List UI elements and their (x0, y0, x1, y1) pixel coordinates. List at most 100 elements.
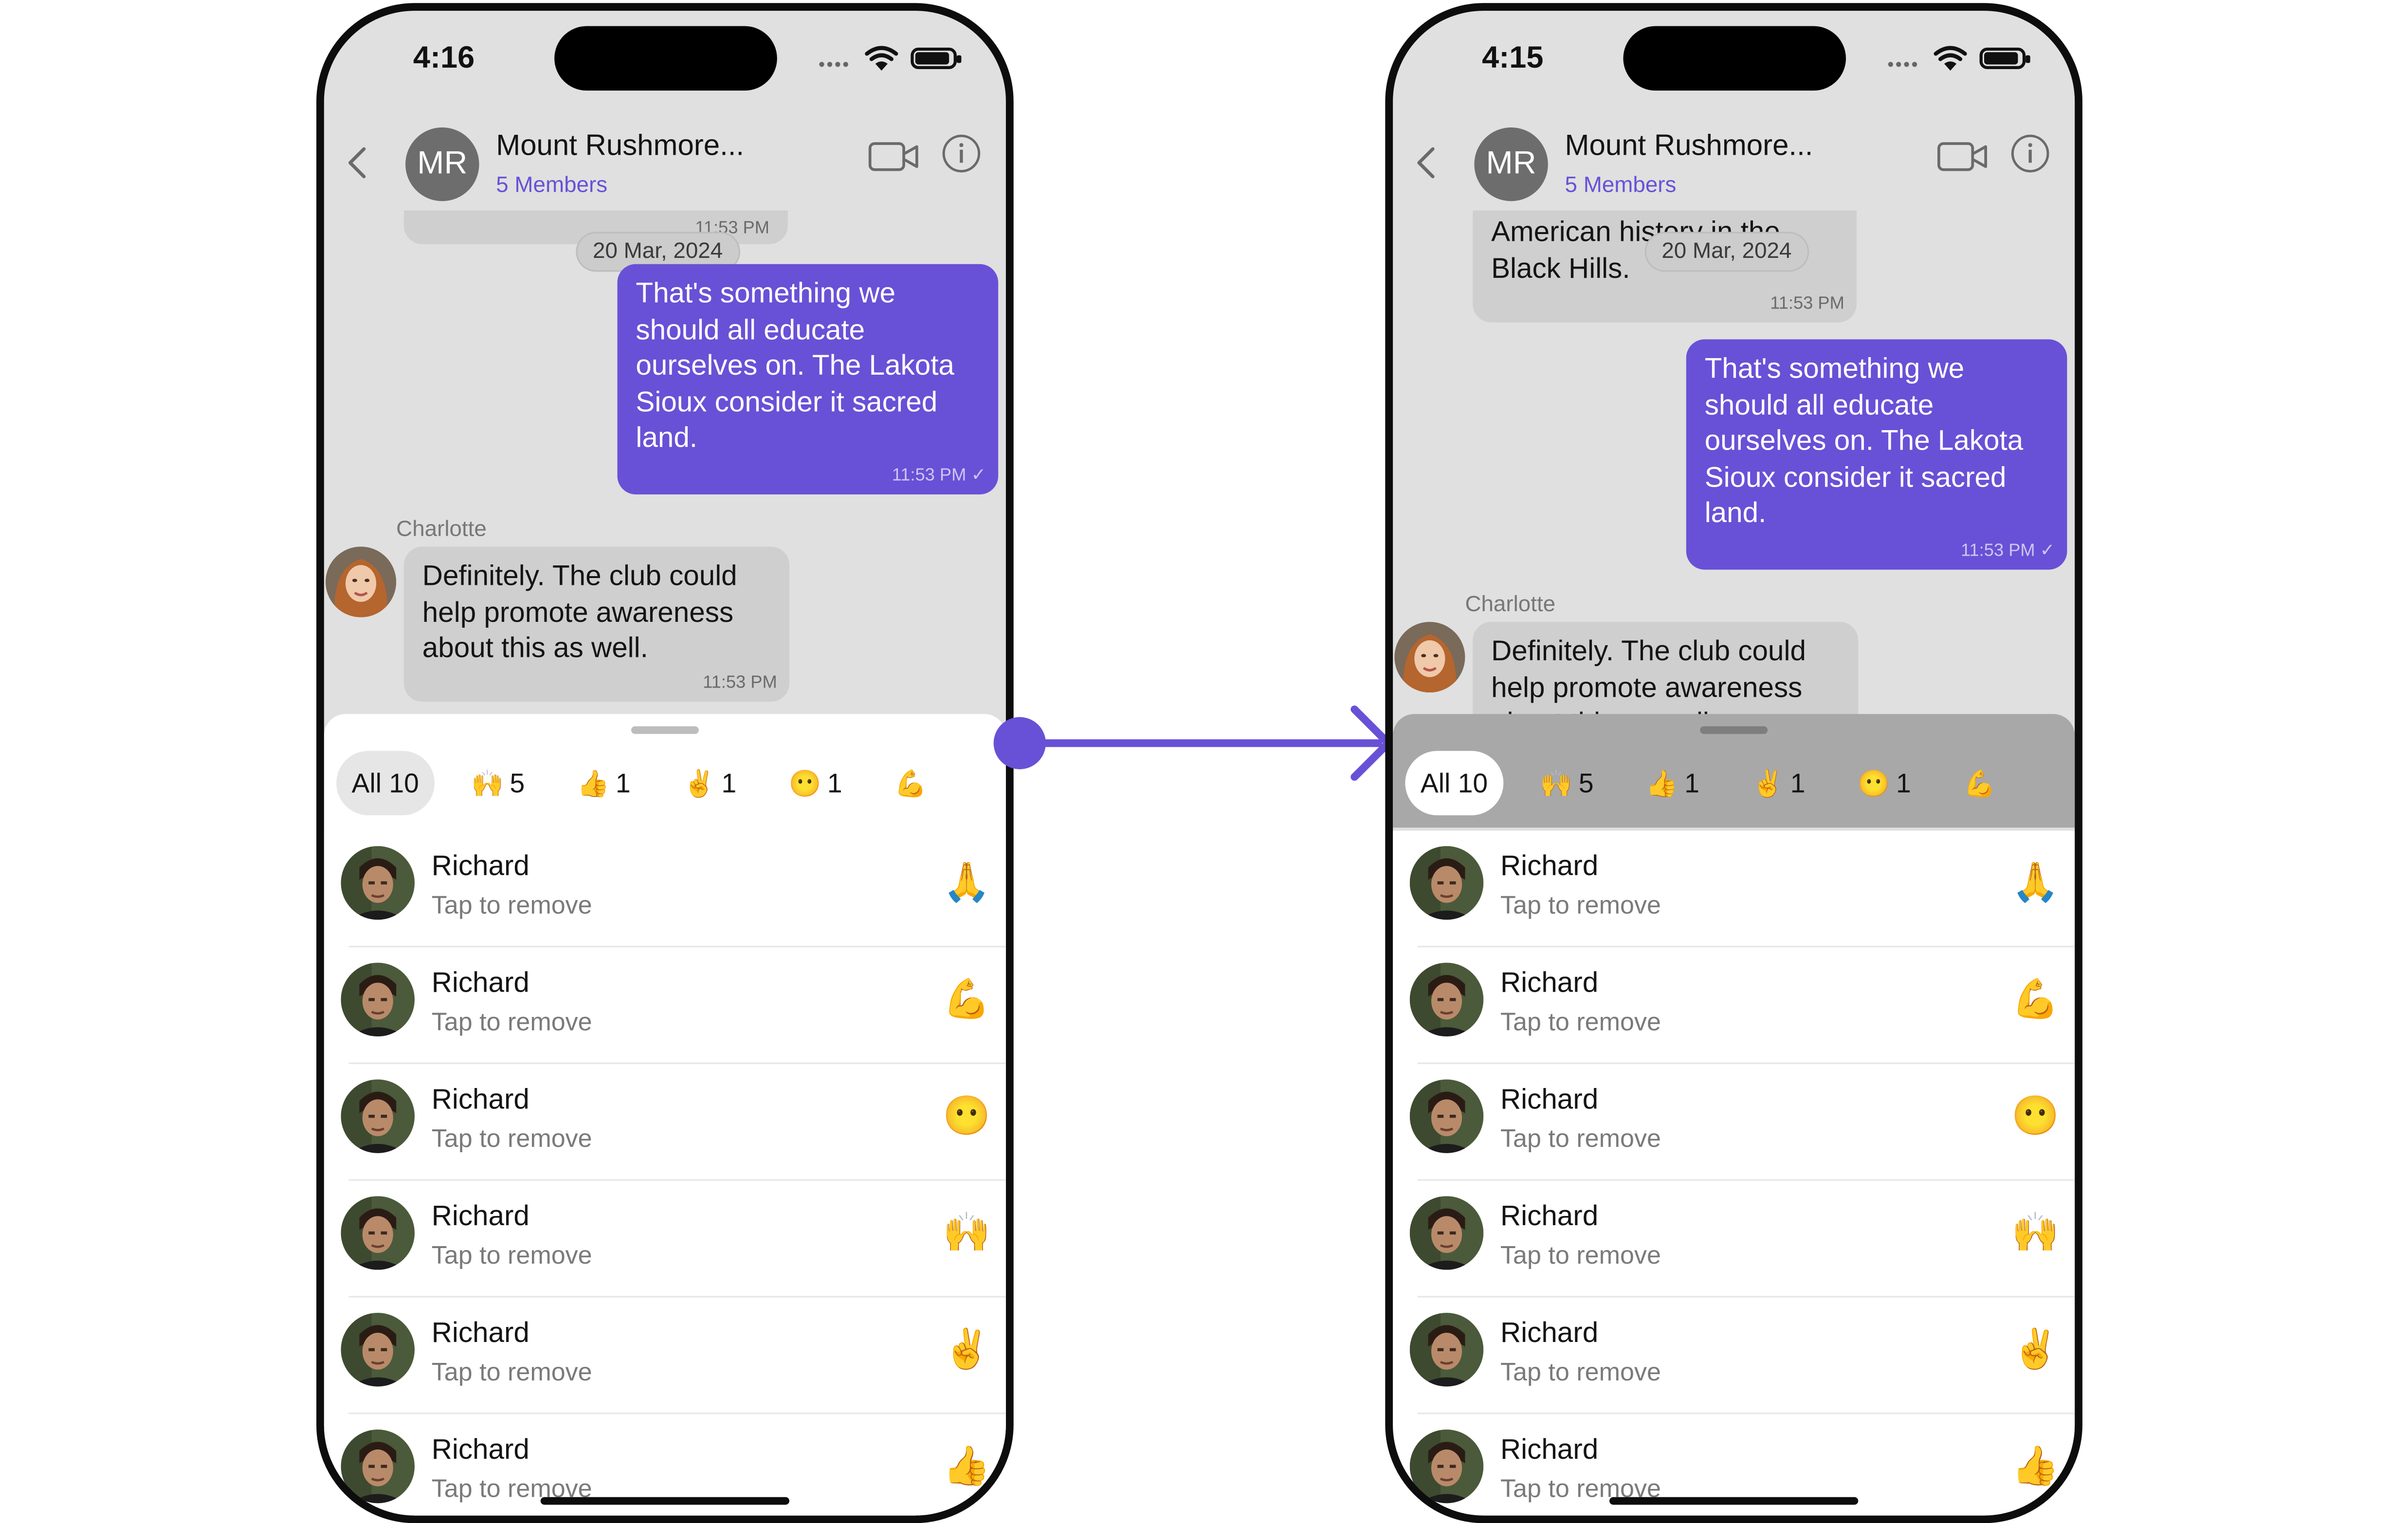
message-bubble-outgoing[interactable]: That's something we should all educate o… (617, 264, 999, 495)
reaction-emoji: 😶 (1857, 769, 1890, 798)
reaction-emoji: 💪 (1963, 769, 1996, 798)
video-call-icon[interactable] (868, 140, 920, 173)
reaction-row[interactable]: Richard Tap to remove 💪 (1393, 947, 2075, 1064)
tap-to-remove-hint: Tap to remove (431, 1009, 592, 1037)
video-call-icon[interactable] (1936, 140, 1988, 173)
reaction-count: 1 (1896, 767, 1911, 798)
reaction-tab[interactable]: ✌️ 1 (1736, 751, 1821, 816)
tap-to-remove-hint: Tap to remove (1500, 1009, 1661, 1037)
status-time: 4:15 (1482, 41, 1544, 75)
reaction-emoji: ✌️ (943, 1328, 991, 1371)
user-avatar (341, 846, 415, 920)
reaction-emoji: ✌️ (2011, 1328, 2060, 1371)
user-name: Richard (1500, 1432, 1599, 1465)
cellular-signal-icon: •••• (818, 54, 851, 75)
reaction-filter-tabs[interactable]: All 10 🙌 5 👍 1 ✌️ 1 😶 1 💪 (336, 751, 1006, 816)
reaction-tab[interactable]: 😶 1 (773, 751, 857, 816)
user-name: Richard (431, 1082, 529, 1115)
home-indicator[interactable] (1609, 1497, 1859, 1505)
date-separator: 20 Mar, 2024 (1644, 232, 1809, 272)
reaction-row[interactable]: Richard Tap to remove 😶 (1393, 1064, 2075, 1181)
reaction-row[interactable]: Richard Tap to remove 🙏 (324, 831, 1006, 948)
reaction-filter-tabs[interactable]: All 10 🙌 5 👍 1 ✌️ 1 😶 1 💪 (1405, 751, 2075, 816)
reaction-row[interactable]: Richard Tap to remove 🙏 (1393, 831, 2075, 948)
sheet-grabber[interactable] (631, 726, 699, 734)
reaction-emoji: 🙌 (943, 1211, 991, 1255)
reaction-row[interactable]: Richard Tap to remove ✌️ (324, 1297, 1006, 1414)
back-chevron-icon[interactable] (346, 146, 367, 180)
sheet-grabber[interactable] (1700, 726, 1768, 734)
tap-to-remove-hint: Tap to remove (1500, 892, 1661, 920)
group-title[interactable]: Mount Rushmore... (1565, 130, 1813, 164)
message-bubble-outgoing[interactable]: That's something we should all educate o… (1686, 339, 2067, 570)
sender-name: Charlotte (396, 517, 487, 542)
reaction-emoji: ✌️ (1751, 769, 1785, 798)
user-avatar (341, 1196, 415, 1269)
user-name: Richard (1500, 1316, 1599, 1348)
reaction-list[interactable]: Richard Tap to remove 🙏 Richard Tap to remov… (324, 831, 1006, 1516)
info-icon[interactable] (941, 134, 981, 174)
reaction-count: 1 (827, 767, 842, 798)
tab-all[interactable]: All 10 (336, 751, 435, 816)
reaction-count: 10 (389, 767, 419, 798)
reactions-sheet[interactable]: All 10 🙌 5 👍 1 ✌️ 1 😶 1 💪 Richard Tap to remove 🙏 Ri… (1393, 714, 2075, 1516)
reaction-tab[interactable]: 😶 1 (1842, 751, 1926, 816)
reaction-emoji: 😶 (2011, 1094, 2060, 1138)
reaction-emoji: 😶 (788, 769, 821, 798)
message-text: Definitely. The club could help promote … (1491, 634, 1806, 717)
group-avatar[interactable]: MR (405, 127, 479, 201)
message-bubble-incoming[interactable]: Definitely. The club could help promote … (403, 546, 789, 702)
reaction-row[interactable]: Richard Tap to remove 👍 (1393, 1414, 2075, 1515)
battery-icon (1979, 47, 2030, 70)
tab-all[interactable]: All 10 (1405, 751, 1503, 816)
reaction-row[interactable]: Richard Tap to remove ✌️ (1393, 1297, 2075, 1414)
sender-avatar[interactable] (326, 546, 396, 617)
user-name: Richard (431, 1432, 529, 1465)
user-avatar (341, 963, 415, 1036)
reactions-sheet[interactable]: All 10 🙌 5 👍 1 ✌️ 1 😶 1 💪 Richard Tap to remove 🙏 Ri… (324, 714, 1006, 1516)
reaction-tab[interactable]: 👍 1 (1630, 751, 1715, 816)
status-time: 4:16 (413, 41, 475, 75)
reaction-row[interactable]: Richard Tap to remove 🙌 (324, 1181, 1006, 1298)
reaction-emoji: 👍 (577, 769, 610, 798)
message-list[interactable]: American history in the Black Hills. 11:… (1393, 210, 2075, 717)
battery-icon (911, 47, 962, 70)
user-name: Richard (431, 965, 529, 998)
tap-to-remove-hint: Tap to remove (1500, 1242, 1661, 1270)
message-list[interactable]: 11:53 PM 20 Mar, 2024 That's something w… (324, 210, 1006, 717)
reaction-tab[interactable]: ✌️ 1 (667, 751, 751, 816)
message-text: That's something we should all educate o… (1704, 351, 2024, 528)
home-indicator[interactable] (540, 1497, 789, 1505)
reaction-tab[interactable]: 💪 (1948, 751, 2018, 816)
cellular-signal-icon: •••• (1887, 54, 1919, 75)
group-avatar[interactable]: MR (1474, 127, 1548, 201)
reaction-emoji: 👍 (1645, 769, 1678, 798)
reaction-tab[interactable]: 🙌 5 (456, 751, 540, 816)
reaction-tab[interactable]: 👍 1 (562, 751, 646, 816)
tap-to-remove-hint: Tap to remove (431, 892, 592, 920)
tap-to-remove-hint: Tap to remove (431, 1125, 592, 1153)
reaction-list[interactable]: Richard Tap to remove 🙏 Richard Tap to remov… (1393, 831, 2075, 1516)
user-name: Richard (431, 1199, 529, 1232)
tap-to-remove-hint: Tap to remove (1500, 1359, 1661, 1387)
group-title[interactable]: Mount Rushmore... (496, 130, 744, 164)
dynamic-island (1623, 26, 1846, 91)
message-time: 11:53 PM (703, 674, 777, 693)
info-icon[interactable] (2010, 134, 2050, 174)
message-bubble-incoming[interactable]: Definitely. The club could help promote … (1473, 622, 1859, 717)
reaction-row[interactable]: Richard Tap to remove 👍 (324, 1414, 1006, 1515)
sender-avatar[interactable] (1394, 622, 1465, 692)
reaction-row[interactable]: Richard Tap to remove 💪 (324, 947, 1006, 1064)
reaction-emoji: 🙌 (2011, 1211, 2060, 1255)
reaction-tab[interactable]: 💪 (879, 751, 949, 816)
reaction-row[interactable]: Richard Tap to remove 🙌 (1393, 1181, 2075, 1298)
reaction-tab[interactable]: 🙌 5 (1525, 751, 1609, 816)
tap-to-remove-hint: Tap to remove (1500, 1125, 1661, 1153)
reaction-emoji: 🙏 (943, 861, 991, 905)
reaction-emoji: 💪 (2011, 978, 2060, 1021)
user-avatar (341, 1313, 415, 1386)
back-chevron-icon[interactable] (1414, 146, 1436, 180)
user-name: Richard (1500, 849, 1599, 882)
reaction-emoji: ✌️ (683, 769, 715, 798)
reaction-row[interactable]: Richard Tap to remove 😶 (324, 1064, 1006, 1181)
